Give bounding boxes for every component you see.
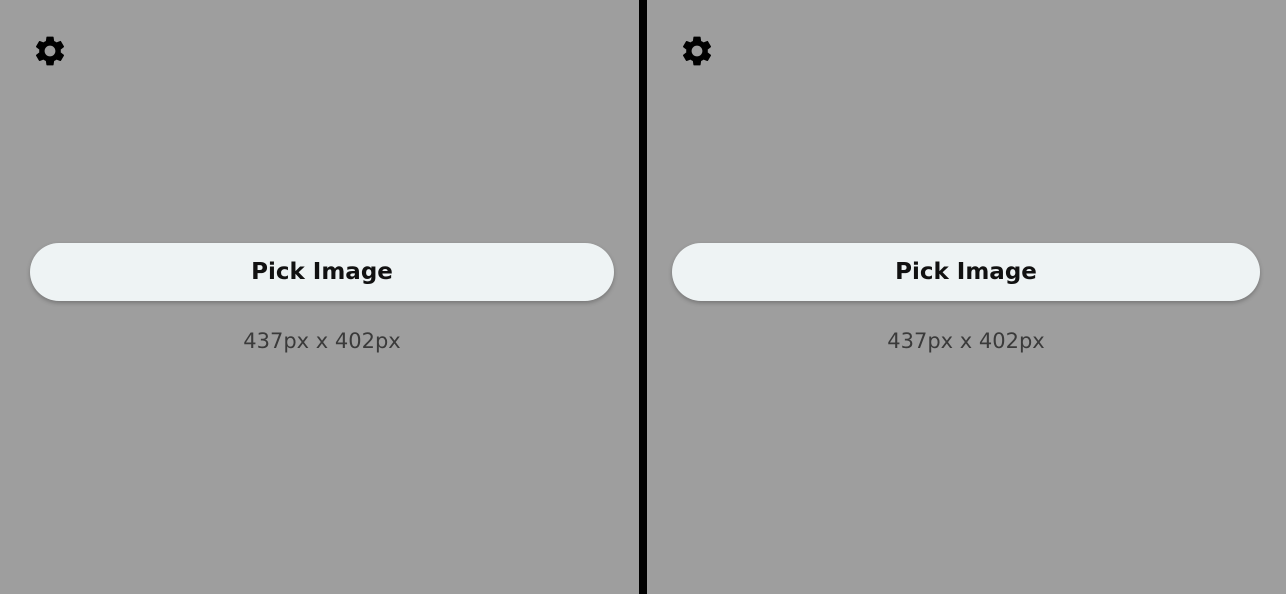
image-size-label: 437px x 402px bbox=[887, 329, 1045, 353]
settings-gear-icon[interactable] bbox=[679, 33, 715, 69]
pick-image-button[interactable]: Pick Image bbox=[672, 243, 1260, 301]
gear-icon bbox=[682, 36, 712, 66]
gear-icon bbox=[35, 36, 65, 66]
screen: Pick Image 437px x 402px Pick Image 437p… bbox=[0, 0, 1286, 594]
image-size-label: 437px x 402px bbox=[243, 329, 401, 353]
left-panel: Pick Image 437px x 402px bbox=[0, 0, 639, 594]
settings-gear-icon[interactable] bbox=[32, 33, 68, 69]
right-panel: Pick Image 437px x 402px bbox=[647, 0, 1286, 594]
pick-image-button[interactable]: Pick Image bbox=[30, 243, 614, 301]
